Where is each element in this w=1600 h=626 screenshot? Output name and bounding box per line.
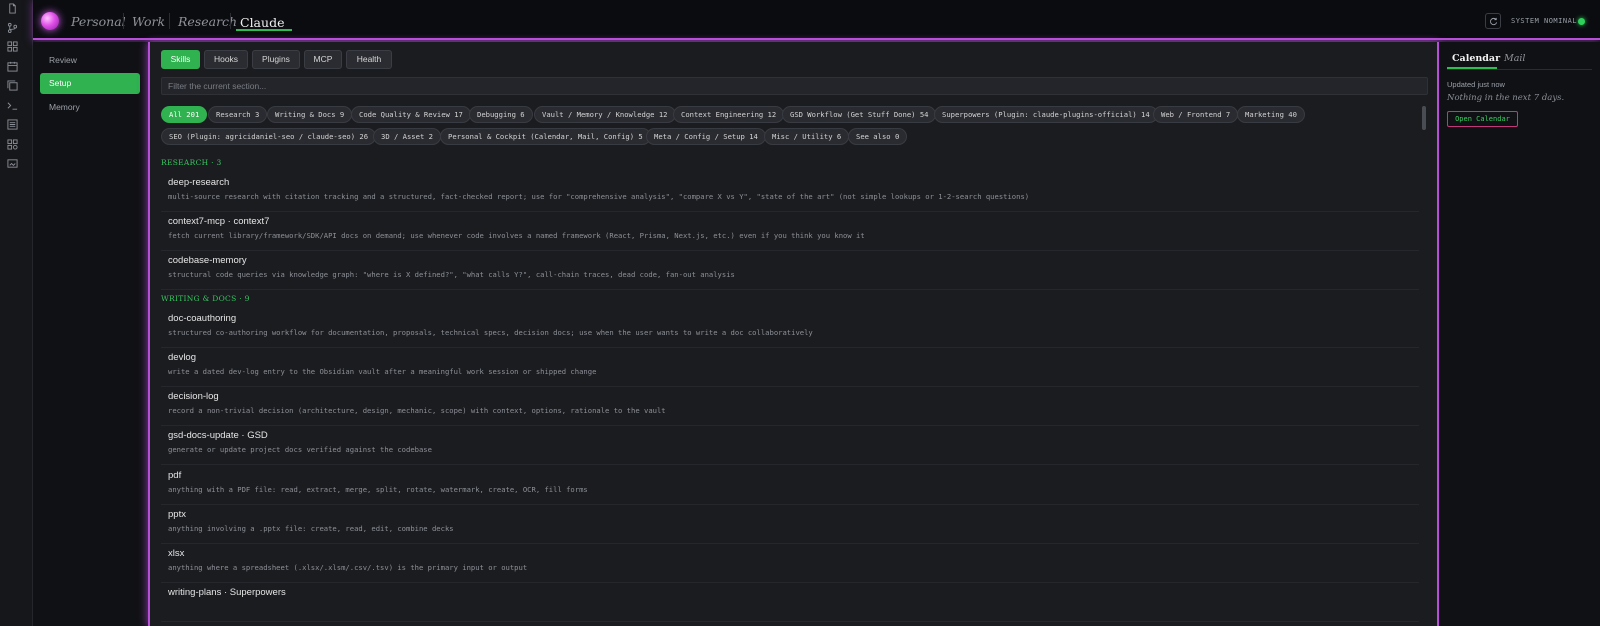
skill-description: structural code queries via knowledge gr… <box>168 270 735 279</box>
tab-mcp[interactable]: MCP <box>304 50 342 69</box>
skill-name: deep-research <box>168 177 230 188</box>
skill-entry[interactable]: context7-mcp · context7 fetch current li… <box>161 212 1419 251</box>
tab-calendar[interactable]: Calendar <box>1452 53 1500 64</box>
tab-divider <box>1447 69 1592 70</box>
filter-input[interactable] <box>161 77 1428 95</box>
skill-name: pdf <box>168 470 182 481</box>
nav-tab-personal[interactable]: Personal <box>71 14 126 29</box>
status-dot-icon <box>1578 18 1585 25</box>
skill-name: context7-mcp · context7 <box>168 216 270 227</box>
sidenav-item-setup[interactable]: Setup <box>40 73 140 94</box>
chip-superpowers[interactable]: Superpowers (Plugin: claude-plugins-offi… <box>934 106 1158 123</box>
chip-seo[interactable]: SEO (Plugin: agricidaniel-seo / claude-s… <box>161 128 377 145</box>
main-panel: Skills Hooks Plugins MCP Health All 201 … <box>148 42 1439 626</box>
chip-all[interactable]: All 201 <box>161 106 208 123</box>
chip-marketing[interactable]: Marketing 40 <box>1237 106 1305 123</box>
active-tab-underline <box>236 29 292 31</box>
chip-personal-cockpit[interactable]: Personal & Cockpit (Calendar, Mail, Conf… <box>440 128 651 145</box>
terminal-icon[interactable] <box>7 100 18 111</box>
empty-state-text: Nothing in the next 7 days. <box>1447 93 1565 103</box>
skill-entry[interactable]: xlsx anything where a spreadsheet (.xlsx… <box>161 544 1419 583</box>
chip-see-also[interactable]: See also 0 <box>848 128 908 145</box>
skill-name: devlog <box>168 352 196 363</box>
skill-entry[interactable]: codebase-memory structural code queries … <box>161 251 1419 290</box>
chip-vault-memory[interactable]: Vault / Memory / Knowledge 12 <box>534 106 676 123</box>
icon-rail <box>0 0 33 626</box>
skill-description: generate or update project docs verified… <box>168 445 432 454</box>
chip-gsd-workflow[interactable]: GSD Workflow (Get Stuff Done) 54 <box>782 106 937 123</box>
calendar-icon[interactable] <box>7 61 18 72</box>
skill-description: structured co-authoring workflow for doc… <box>168 328 813 337</box>
section-nav: Review Setup Memory <box>33 42 148 626</box>
skill-entry[interactable]: writing-plans · Superpowers <box>161 583 1419 622</box>
app-window: Personal Work Research Claude SYSTEM NOM… <box>0 0 1600 626</box>
chip-web-frontend[interactable]: Web / Frontend 7 <box>1153 106 1239 123</box>
skill-name: codebase-memory <box>168 255 247 266</box>
skill-name: pptx <box>168 509 186 520</box>
skill-name: doc-coauthoring <box>168 313 237 324</box>
skill-name: writing-plans · Superpowers <box>168 587 286 598</box>
image-icon[interactable] <box>7 158 18 169</box>
chip-context-engineering[interactable]: Context Engineering 12 <box>673 106 785 123</box>
nav-tab-research[interactable]: Research <box>178 14 237 29</box>
nav-tab-work[interactable]: Work <box>132 14 165 29</box>
calendar-panel: Calendar Mail Updated just now Nothing i… <box>1439 42 1600 626</box>
chip-writing-docs[interactable]: Writing & Docs 9 <box>267 106 353 123</box>
skill-entry[interactable]: deep-research multi-source research with… <box>161 173 1419 212</box>
skill-name: xlsx <box>168 548 185 559</box>
skill-entry[interactable]: devlog write a dated dev-log entry to th… <box>161 348 1419 387</box>
tab-mail[interactable]: Mail <box>1504 53 1525 64</box>
list-icon[interactable] <box>7 119 18 130</box>
section-heading-research: RESEARCH · 3 <box>161 158 222 167</box>
tab-hooks[interactable]: Hooks <box>204 50 248 69</box>
chip-research[interactable]: Research 3 <box>208 106 268 123</box>
scrollbar[interactable] <box>1422 106 1426 130</box>
chip-debugging[interactable]: Debugging 6 <box>469 106 533 123</box>
skill-name: decision-log <box>168 391 219 402</box>
skill-entry[interactable]: decision-log record a non-trivial decisi… <box>161 387 1419 426</box>
nav-divider <box>169 13 170 29</box>
active-tab-underline <box>1447 67 1497 69</box>
skill-description: anything where a spreadsheet (.xlsx/.xls… <box>168 563 528 572</box>
skill-description: anything with a PDF file: read, extract,… <box>168 485 588 494</box>
chip-code-quality[interactable]: Code Quality & Review 17 <box>351 106 471 123</box>
skill-name: gsd-docs-update · GSD <box>168 430 268 441</box>
app-logo[interactable] <box>41 12 59 30</box>
apps-icon[interactable] <box>7 139 18 150</box>
branch-icon[interactable] <box>7 22 18 33</box>
document-icon[interactable] <box>7 3 18 14</box>
sidenav-item-review[interactable]: Review <box>40 50 140 71</box>
nav-divider <box>230 13 231 29</box>
skill-description: multi-source research with citation trac… <box>168 192 1030 201</box>
chip-meta-config[interactable]: Meta / Config / Setup 14 <box>646 128 766 145</box>
nav-tab-claude[interactable]: Claude <box>240 15 284 30</box>
skill-entry[interactable]: gsd-docs-update · GSD generate or update… <box>161 426 1419 465</box>
updated-text: Updated just now <box>1447 80 1505 89</box>
copy-icon[interactable] <box>7 80 18 91</box>
skill-entry[interactable]: pdf anything with a PDF file: read, extr… <box>161 466 1419 505</box>
chip-3d-asset[interactable]: 3D / Asset 2 <box>373 128 441 145</box>
sidenav-item-memory[interactable]: Memory <box>40 97 140 118</box>
skill-description: write a dated dev-log entry to the Obsid… <box>168 367 597 376</box>
system-status-text: SYSTEM NOMINAL <box>1511 17 1578 25</box>
top-bar: Personal Work Research Claude SYSTEM NOM… <box>33 0 1600 40</box>
section-heading-writing-docs: WRITING & DOCS · 9 <box>161 294 250 303</box>
grid-icon[interactable] <box>7 41 18 52</box>
skill-description: fetch current library/framework/SDK/API … <box>168 231 865 240</box>
nav-divider <box>123 13 124 29</box>
tab-skills[interactable]: Skills <box>161 50 200 69</box>
tab-health[interactable]: Health <box>346 50 392 69</box>
tab-plugins[interactable]: Plugins <box>252 50 300 69</box>
refresh-button[interactable] <box>1485 13 1501 29</box>
skill-entry[interactable]: pptx anything involving a .pptx file: cr… <box>161 505 1419 544</box>
open-calendar-button[interactable]: Open Calendar <box>1447 111 1518 127</box>
skill-entry[interactable]: doc-coauthoring structured co-authoring … <box>161 309 1419 348</box>
skill-description: record a non-trivial decision (architect… <box>168 406 666 415</box>
chip-misc-utility[interactable]: Misc / Utility 6 <box>764 128 850 145</box>
skill-description: anything involving a .pptx file: create,… <box>168 524 454 533</box>
refresh-icon <box>1490 17 1498 26</box>
